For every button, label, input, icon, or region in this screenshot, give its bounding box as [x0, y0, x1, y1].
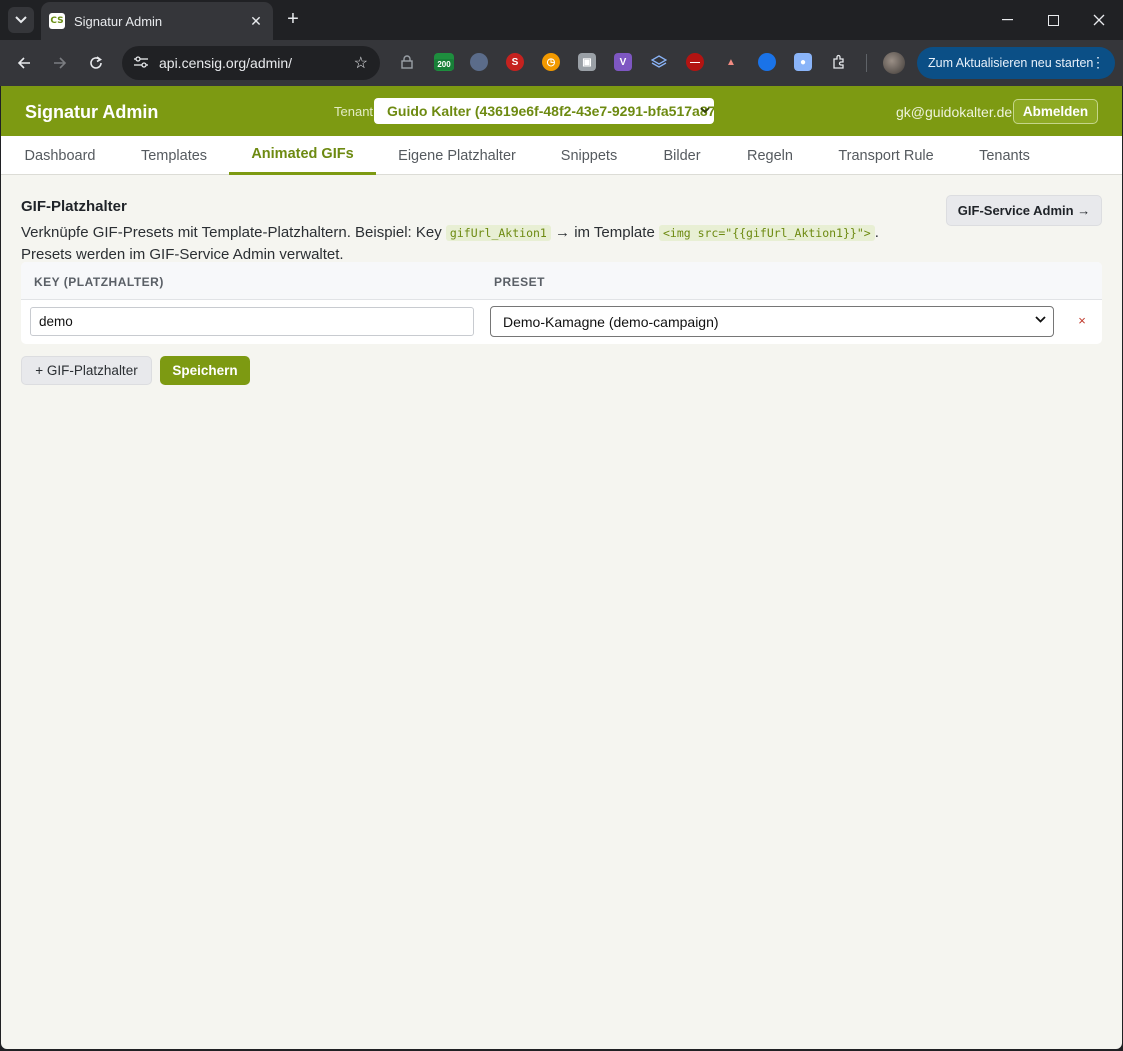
- table-header: KEY (PLATZHALTER) PRESET: [21, 262, 1102, 300]
- tab-tenants[interactable]: Tenants: [956, 136, 1053, 175]
- toolbar-divider: [866, 54, 867, 72]
- extension-badge: 200: [434, 59, 454, 70]
- preset-selected-value: Demo-Kamagne (demo-campaign): [503, 314, 719, 330]
- gif-service-admin-button[interactable]: GIF-Service Admin →: [946, 195, 1102, 226]
- status-200-extension-icon[interactable]: 200: [434, 53, 454, 71]
- delete-row-button[interactable]: ×: [1074, 311, 1090, 329]
- section-description: Verknüpfe GIF-Presets mit Template-Platz…: [21, 222, 941, 265]
- url-text[interactable]: api.censig.org/admin/: [159, 55, 354, 71]
- main-nav: Dashboard Templates Animated GIFs Eigene…: [1, 136, 1122, 175]
- tab-transport-rule[interactable]: Transport Rule: [816, 136, 956, 175]
- reload-icon[interactable]: [83, 50, 109, 76]
- layers-extension-icon[interactable]: [650, 53, 668, 71]
- tab-eigene-platzhalter[interactable]: Eigene Platzhalter: [376, 136, 538, 175]
- camera-extension-icon[interactable]: ▣: [578, 53, 596, 71]
- tenant-label: Tenant: [334, 104, 374, 119]
- key-input[interactable]: [30, 307, 474, 336]
- browser-tab-strip: CS Signatur Admin ✕ +: [0, 0, 1123, 40]
- gif-placeholder-table: KEY (PLATZHALTER) PRESET Demo-Kamagne (d…: [21, 262, 1102, 344]
- preset-select[interactable]: Demo-Kamagne (demo-campaign): [490, 306, 1054, 337]
- code-example-key: gifUrl_Aktion1: [445, 225, 551, 241]
- address-bar[interactable]: api.censig.org/admin/ ☆: [122, 46, 380, 80]
- block-extension-icon[interactable]: —: [686, 53, 704, 71]
- app-header: Signatur Admin Tenant Guido Kalter (4361…: [1, 86, 1122, 136]
- section-title: GIF-Platzhalter: [21, 198, 127, 215]
- update-restart-button[interactable]: Zum Aktualisieren neu starten ⋮: [917, 47, 1115, 79]
- browser-toolbar: api.censig.org/admin/ ☆ 200 S ◷ ▣ V — ▲ …: [0, 40, 1123, 86]
- browser-tab[interactable]: CS Signatur Admin ✕: [41, 2, 273, 40]
- tab-search-icon[interactable]: [8, 7, 34, 33]
- column-header-preset: PRESET: [494, 275, 546, 289]
- clock-extension-icon[interactable]: ◷: [542, 53, 560, 71]
- censig-favicon-icon: CS: [49, 13, 65, 29]
- back-icon[interactable]: [11, 50, 37, 76]
- site-settings-icon[interactable]: [126, 55, 156, 71]
- column-header-key: KEY (PLATZHALTER): [34, 275, 164, 289]
- code-example-template: <img src="{{gifUrl_Aktion1}}">: [658, 225, 875, 241]
- minimize-icon[interactable]: [995, 8, 1019, 32]
- chevron-down-icon: [1035, 314, 1046, 326]
- tab-regeln[interactable]: Regeln: [724, 136, 816, 175]
- desc-text: → im Template: [555, 224, 655, 241]
- update-label: Zum Aktualisieren neu starten: [928, 56, 1094, 70]
- seo-extension-icon[interactable]: S: [506, 53, 524, 71]
- circle-extension-icon[interactable]: [470, 53, 488, 71]
- app-title: Signatur Admin: [25, 102, 159, 122]
- tenant-select[interactable]: Guido Kalter (43619e6f-48f2-43e7-9291-bf…: [374, 98, 714, 124]
- forward-icon[interactable]: [47, 50, 73, 76]
- kebab-menu-icon[interactable]: ⋮: [1091, 54, 1105, 71]
- profile-avatar[interactable]: [883, 52, 905, 74]
- tab-animated-gifs[interactable]: Animated GIFs: [229, 136, 376, 175]
- add-gif-placeholder-button[interactable]: + GIF-Platzhalter: [21, 356, 152, 385]
- desc-text: Presets werden im GIF-Service Admin verw…: [21, 246, 344, 263]
- tab-title: Signatur Admin: [74, 13, 163, 29]
- page-content: Signatur Admin Tenant Guido Kalter (4361…: [1, 86, 1122, 1049]
- user-email: gk@guidokalter.de: [896, 104, 1013, 120]
- tab-snippets[interactable]: Snippets: [538, 136, 640, 175]
- screen-extension-icon[interactable]: ●: [794, 53, 812, 71]
- tenant-selected-value: Guido Kalter (43619e6f-48f2-43e7-9291-bf…: [387, 103, 714, 119]
- save-button[interactable]: Speichern: [160, 356, 250, 385]
- puzzle-extensions-icon[interactable]: [830, 53, 848, 71]
- logout-button[interactable]: Abmelden: [1013, 99, 1098, 124]
- chevron-down-icon: [700, 103, 710, 117]
- maximize-icon[interactable]: [1041, 8, 1065, 32]
- copilot-extension-icon[interactable]: [758, 53, 776, 71]
- new-tab-icon[interactable]: +: [282, 8, 304, 30]
- tab-dashboard[interactable]: Dashboard: [1, 136, 119, 175]
- lock-extension-icon[interactable]: [398, 53, 416, 71]
- rocket-extension-icon[interactable]: ▲: [722, 53, 740, 71]
- window-close-icon[interactable]: [1087, 8, 1111, 32]
- v-extension-icon[interactable]: V: [614, 53, 632, 71]
- desc-text: .: [874, 224, 879, 241]
- tab-templates[interactable]: Templates: [119, 136, 229, 175]
- bookmark-star-icon[interactable]: ☆: [354, 53, 368, 73]
- desc-text: Verknüpfe GIF-Presets mit Template-Platz…: [21, 224, 442, 241]
- close-icon[interactable]: ✕: [247, 13, 265, 30]
- tab-bilder[interactable]: Bilder: [640, 136, 724, 175]
